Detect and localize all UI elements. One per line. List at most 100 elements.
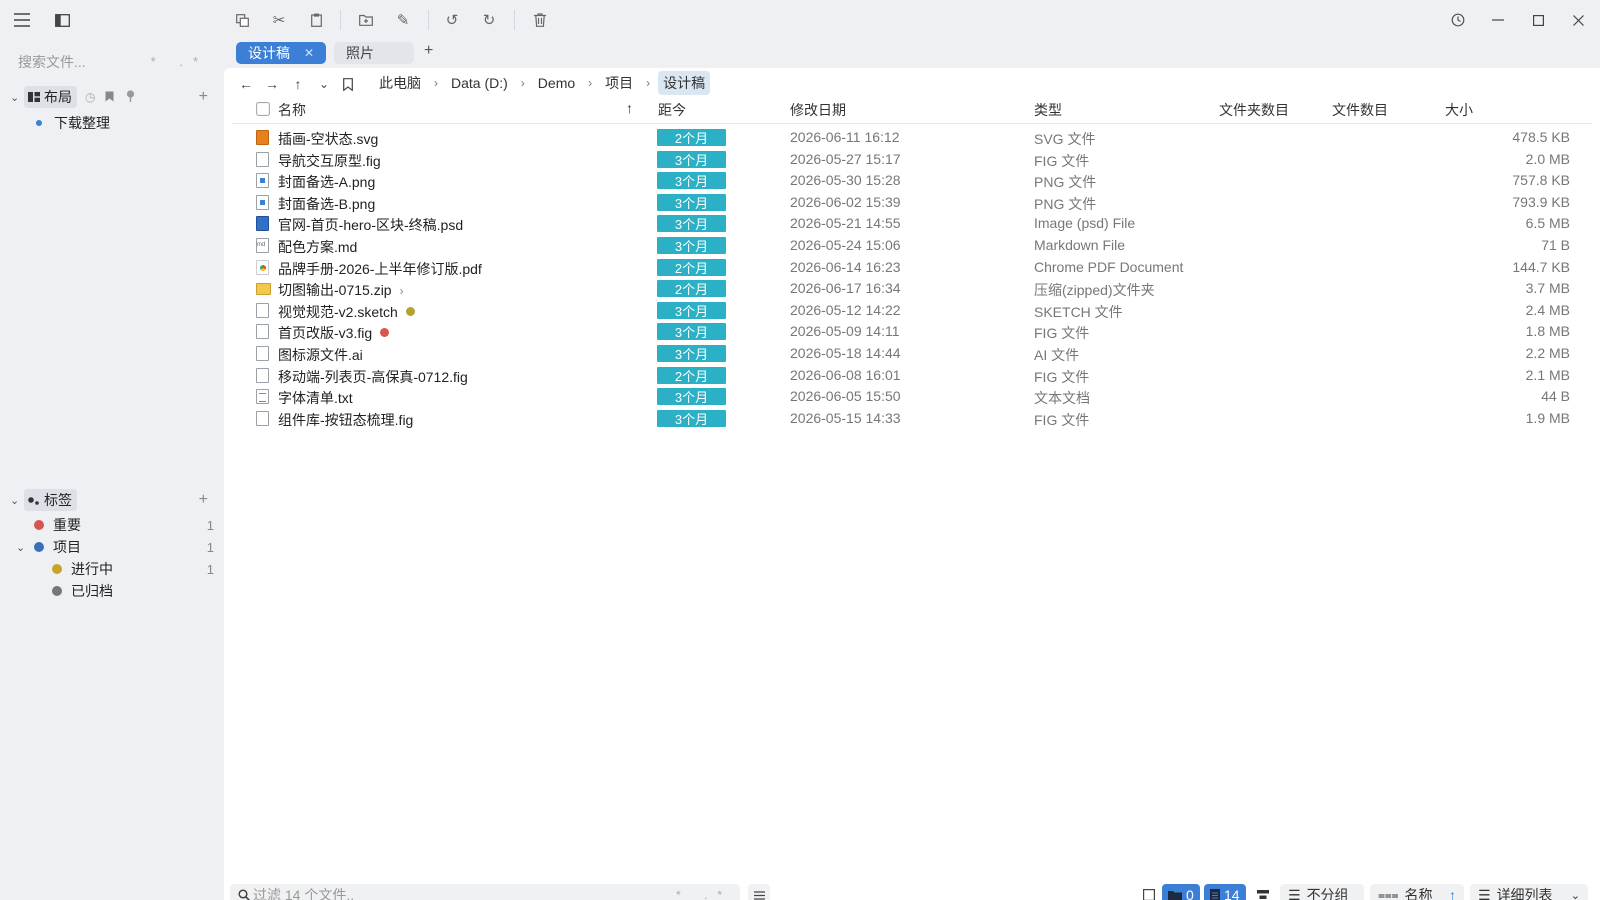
up-arrow-icon[interactable]: ↑: [288, 73, 308, 95]
select-all-checkbox[interactable]: [256, 102, 270, 124]
filter-options[interactable]: * .*: [676, 888, 732, 900]
file-row[interactable]: 封面备选-A.png 3个月 2026-05-30 15:28 PNG 文件 757.8…: [224, 170, 1600, 192]
file-count-badge[interactable]: 14: [1204, 884, 1246, 900]
pin-icon[interactable]: [126, 89, 135, 105]
layout-section-header[interactable]: ⌄ 布局 ◷ +: [10, 86, 214, 108]
undo-icon[interactable]: ↺: [440, 8, 464, 32]
chevron-down-icon[interactable]: ⌄: [314, 73, 334, 95]
history-icon[interactable]: [1446, 8, 1470, 32]
column-header-file-count[interactable]: 文件数目: [1332, 100, 1388, 122]
file-row[interactable]: 导航交互原型.fig 3个月 2026-05-27 15:17 FIG 文件 2.0 M…: [224, 149, 1600, 171]
file-row[interactable]: 插画-空状态.svg 2个月 2026-06-11 16:12 SVG 文件 478.5…: [224, 127, 1600, 149]
add-tag-button[interactable]: +: [199, 491, 208, 509]
file-name[interactable]: 插画-空状态.svg: [278, 129, 378, 149]
maximize-icon[interactable]: [1526, 8, 1550, 32]
minimize-icon[interactable]: [1486, 8, 1510, 32]
redo-icon[interactable]: ↻: [477, 8, 501, 32]
copy-icon[interactable]: [230, 8, 254, 32]
file-row[interactable]: 品牌手册-2026-上半年修订版.pdf 2个月 2026-06-14 16:23 C…: [224, 257, 1600, 279]
close-tab-icon[interactable]: ✕: [304, 46, 314, 60]
paste-icon[interactable]: [304, 8, 328, 32]
file-modified: 2026-05-09 14:11: [790, 323, 900, 340]
file-name[interactable]: 首页改版-v3.fig: [278, 323, 390, 343]
sidebar-item-layout[interactable]: 下载整理: [36, 112, 236, 134]
bookmark-icon[interactable]: [338, 73, 358, 95]
chevron-down-icon[interactable]: ⌄: [10, 494, 24, 507]
column-toggle-icon[interactable]: [1254, 884, 1272, 900]
file-name[interactable]: 字体清单.txt: [278, 388, 353, 408]
file-name[interactable]: 切图输出-0715.zip ›: [278, 280, 404, 300]
bookmark-icon[interactable]: [105, 89, 114, 105]
file-row[interactable]: 图标源文件.ai 3个月 2026-05-18 14:44 AI 文件 2.2 MB: [224, 343, 1600, 365]
list-options-icon[interactable]: [748, 884, 770, 900]
file-age-badge: 3个月: [657, 237, 726, 254]
file-name[interactable]: 配色方案.md: [278, 237, 357, 257]
column-header-type[interactable]: 类型: [1034, 100, 1062, 122]
file-name[interactable]: 封面备选-B.png: [278, 194, 375, 214]
menu-icon[interactable]: [10, 8, 34, 32]
view-mode-dropdown[interactable]: ☰ 详细列表 ⌄: [1470, 884, 1588, 900]
file-name[interactable]: 图标源文件.ai: [278, 345, 363, 365]
layout-pill[interactable]: 布局: [24, 86, 77, 108]
sort-by-dropdown[interactable]: ⩶ 名称 ↑: [1370, 884, 1464, 900]
tab-photos[interactable]: 照片: [334, 42, 414, 64]
select-checkbox[interactable]: [1140, 884, 1158, 900]
add-tab-button[interactable]: +: [424, 42, 433, 60]
column-header-modified[interactable]: 修改日期: [790, 100, 846, 122]
column-header-name[interactable]: 名称: [278, 100, 306, 122]
sort-asc-icon[interactable]: ↑: [1449, 887, 1456, 900]
column-header-folder-count[interactable]: 文件夹数目: [1219, 100, 1289, 122]
file-row[interactable]: 封面备选-B.png 3个月 2026-06-02 15:39 PNG 文件 793.9…: [224, 192, 1600, 214]
tags-section-header[interactable]: ⌄ 标签 +: [10, 489, 214, 511]
group-by-dropdown[interactable]: ☰ 不分组: [1280, 884, 1364, 900]
file-row[interactable]: 配色方案.md 3个月 2026-05-24 15:06 Markdown File 7…: [224, 235, 1600, 257]
file-row[interactable]: 首页改版-v3.fig 3个月 2026-05-09 14:11 FIG 文件 1.8 …: [224, 321, 1600, 343]
file-name[interactable]: 视觉规范-v2.sketch: [278, 302, 415, 322]
file-row[interactable]: 移动端-列表页-高保真-0712.fig 2个月 2026-06-08 16:01 F…: [224, 365, 1600, 387]
cut-icon[interactable]: ✂: [267, 8, 291, 32]
file-row[interactable]: 视觉规范-v2.sketch 3个月 2026-05-12 14:22 SKETCH …: [224, 300, 1600, 322]
sidebar-tag-archived[interactable]: 已归档: [52, 580, 216, 602]
file-name[interactable]: 官网-首页-hero-区块-终稿.psd: [278, 215, 463, 235]
chevron-down-icon[interactable]: ⌄: [1571, 889, 1580, 900]
sort-asc-icon[interactable]: ↑: [626, 100, 633, 122]
sidebar-tag-in-progress[interactable]: 进行中 1: [52, 558, 216, 580]
new-folder-icon[interactable]: [354, 8, 378, 32]
close-icon[interactable]: [1566, 8, 1590, 32]
breadcrumb-this-pc[interactable]: 此电脑: [374, 71, 426, 95]
sidebar-tag-important[interactable]: 重要 1: [34, 514, 234, 536]
breadcrumb-drive[interactable]: Data (D:): [446, 73, 513, 93]
filter-input[interactable]: 过滤 14 个文件.. * .*: [230, 884, 740, 900]
file-row[interactable]: 切图输出-0715.zip › 2个月 2026-06-17 16:34 压缩(zipp…: [224, 278, 1600, 300]
file-row[interactable]: 字体清单.txt 3个月 2026-06-05 15:50 文本文档 44 B: [224, 386, 1600, 408]
forward-arrow-icon[interactable]: →: [262, 73, 282, 95]
delete-icon[interactable]: [528, 8, 552, 32]
chevron-right-icon[interactable]: ›: [400, 284, 404, 298]
sidebar-search-input[interactable]: 搜索文件... * .*: [18, 52, 208, 76]
file-name[interactable]: 品牌手册-2026-上半年修订版.pdf: [278, 259, 482, 279]
chevron-down-icon[interactable]: ⌄: [16, 541, 34, 554]
tags-pill[interactable]: 标签: [24, 489, 77, 511]
add-layout-button[interactable]: +: [199, 88, 208, 106]
file-name[interactable]: 移动端-列表页-高保真-0712.fig: [278, 367, 468, 387]
breadcrumb-current[interactable]: 设计稿: [658, 71, 711, 95]
breadcrumb-project[interactable]: 项目: [600, 71, 638, 95]
file-row[interactable]: 官网-首页-hero-区块-终稿.psd 3个月 2026-05-21 14:55 I…: [224, 213, 1600, 235]
column-header-age[interactable]: 距今: [658, 100, 686, 122]
column-header-size[interactable]: 大小: [1445, 100, 1473, 122]
file-name[interactable]: 封面备选-A.png: [278, 172, 375, 192]
chevron-down-icon[interactable]: ⌄: [10, 91, 24, 104]
search-options[interactable]: * .*: [151, 54, 208, 69]
file-row[interactable]: 组件库-按钮态梳理.fig 3个月 2026-05-15 14:33 FIG 文件 1.…: [224, 408, 1600, 430]
sidebar-toggle-icon[interactable]: [50, 8, 74, 32]
file-size: 2.0 MB: [1525, 150, 1570, 167]
breadcrumb-demo[interactable]: Demo: [533, 73, 580, 93]
file-name[interactable]: 组件库-按钮态梳理.fig: [278, 410, 413, 430]
back-arrow-icon[interactable]: ←: [236, 73, 256, 95]
tab-design[interactable]: 设计稿 ✕: [236, 42, 326, 64]
rename-icon[interactable]: ✎: [391, 8, 415, 32]
sidebar-tag-project[interactable]: ⌄ 项目 1: [16, 536, 234, 558]
recent-icon[interactable]: ◷: [85, 90, 95, 104]
file-name[interactable]: 导航交互原型.fig: [278, 151, 381, 171]
folder-count-badge[interactable]: 0: [1162, 884, 1200, 900]
